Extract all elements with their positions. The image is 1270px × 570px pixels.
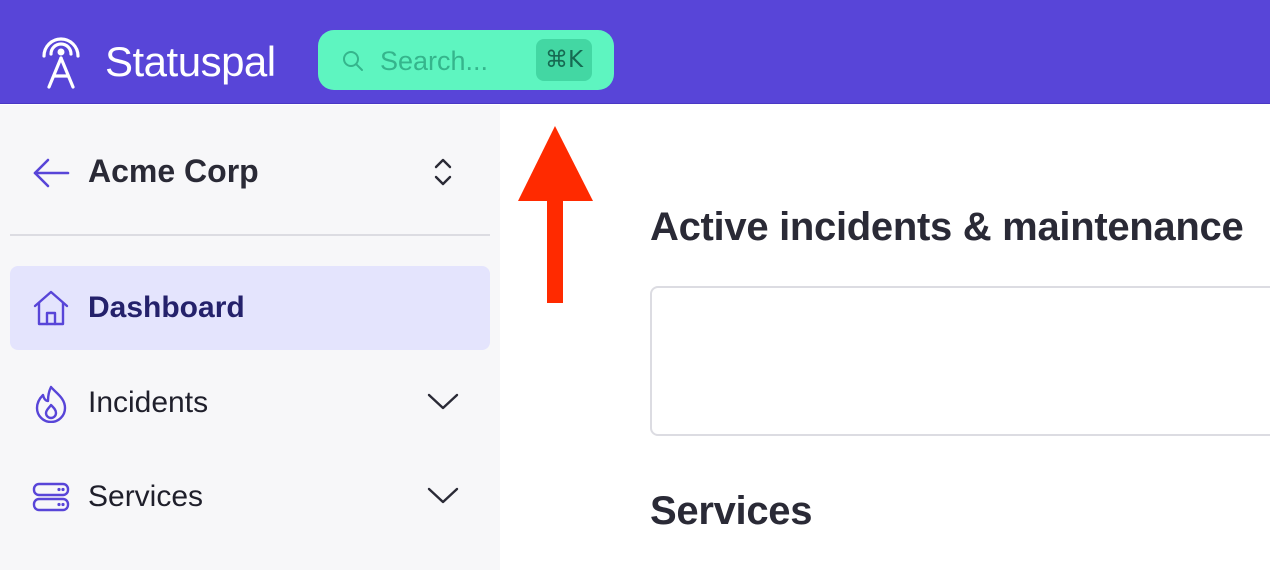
org-switcher[interactable]: Acme Corp — [0, 105, 500, 235]
arrow-left-icon[interactable] — [32, 157, 70, 189]
sidebar-item-label: Dashboard — [88, 291, 245, 324]
server-icon — [32, 482, 70, 512]
active-incidents-heading: Active incidents & maintenance — [650, 205, 1244, 249]
top-bar: Statuspal Search... ⌘K — [0, 0, 1270, 104]
home-icon — [33, 290, 69, 326]
red-arrow-up-icon — [518, 126, 593, 303]
services-heading: Services — [650, 489, 813, 533]
sidebar: Acme Corp Dashboard Incidents Services — [0, 105, 500, 570]
chevron-down-icon[interactable] — [426, 483, 460, 507]
keyboard-shortcut-badge: ⌘K — [536, 39, 592, 81]
sidebar-item-incidents[interactable]: Incidents — [10, 361, 490, 445]
brand-name[interactable]: Statuspal — [105, 36, 276, 88]
org-name: Acme Corp — [88, 153, 259, 189]
chevron-down-icon[interactable] — [426, 389, 460, 413]
search-icon — [343, 51, 363, 71]
search-button[interactable]: Search... ⌘K — [318, 30, 614, 90]
sidebar-item-dashboard[interactable]: Dashboard — [10, 266, 490, 350]
main-content: Active incidents & maintenance Services — [500, 105, 1270, 570]
sidebar-item-label: Incidents — [88, 386, 209, 419]
search-placeholder: Search... — [380, 46, 489, 76]
broadcast-tower-icon[interactable] — [34, 30, 88, 90]
active-incidents-panel — [650, 286, 1270, 436]
fire-icon — [35, 385, 67, 423]
sidebar-divider — [10, 234, 490, 236]
chevron-up-down-icon[interactable] — [430, 155, 456, 189]
sidebar-item-services[interactable]: Services — [10, 455, 490, 539]
sidebar-item-label: Services — [88, 480, 204, 513]
